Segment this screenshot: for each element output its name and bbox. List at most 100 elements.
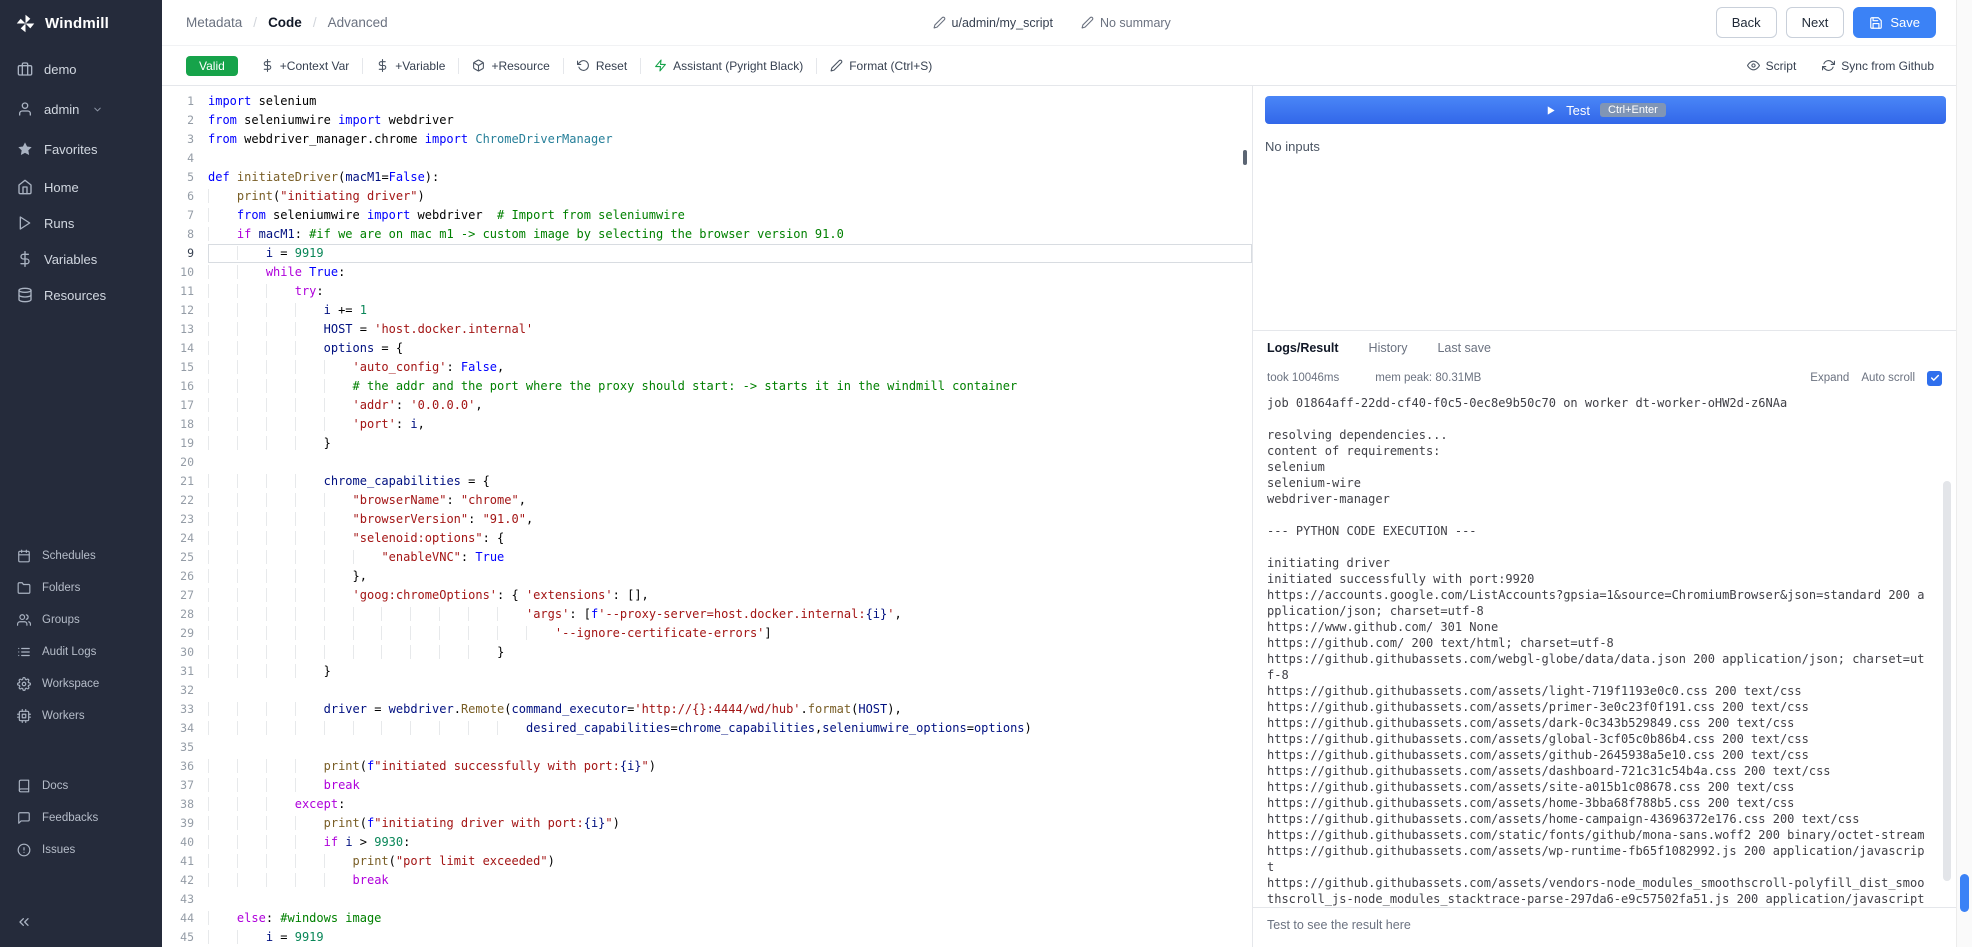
panel-tab-last-save[interactable]: Last save — [1437, 341, 1491, 355]
add-resource-button[interactable]: +Resource — [461, 54, 560, 78]
line-number[interactable]: 8 — [162, 225, 208, 244]
code-line[interactable]: 39 print(f"initiating driver with port:{… — [162, 814, 1252, 833]
code-line[interactable]: 30 } — [162, 643, 1252, 662]
script-summary[interactable]: No summary — [1081, 16, 1171, 30]
code-line[interactable]: 19 } — [162, 434, 1252, 453]
code-line[interactable]: 20 — [162, 453, 1252, 472]
code-line[interactable]: 1import selenium — [162, 92, 1252, 111]
code-line[interactable]: 22 "browserName": "chrome", — [162, 491, 1252, 510]
code-line[interactable]: 29 '--ignore-certificate-errors'] — [162, 624, 1252, 643]
sidebar-item-docs[interactable]: Docs — [0, 770, 162, 802]
line-number[interactable]: 26 — [162, 567, 208, 586]
save-button[interactable]: Save — [1853, 7, 1936, 38]
line-number[interactable]: 38 — [162, 795, 208, 814]
code-line[interactable]: 43 — [162, 890, 1252, 909]
code-line[interactable]: 4 — [162, 149, 1252, 168]
assistant-button[interactable]: Assistant (Pyright Black) — [643, 54, 814, 78]
windmill-logo[interactable]: Windmill — [0, 0, 162, 43]
line-number[interactable]: 1 — [162, 92, 208, 111]
code-line[interactable]: 12 i += 1 — [162, 301, 1252, 320]
code-line[interactable]: 26 }, — [162, 567, 1252, 586]
code-line[interactable]: 21 chrome_capabilities = { — [162, 472, 1252, 491]
line-number[interactable]: 37 — [162, 776, 208, 795]
line-number[interactable]: 39 — [162, 814, 208, 833]
script-button[interactable]: Script — [1745, 54, 1799, 78]
sidebar-item-home[interactable]: Home — [0, 169, 162, 205]
back-button[interactable]: Back — [1716, 7, 1777, 38]
line-number[interactable]: 15 — [162, 358, 208, 377]
line-number[interactable]: 44 — [162, 909, 208, 928]
line-number[interactable]: 28 — [162, 605, 208, 624]
line-number[interactable]: 16 — [162, 377, 208, 396]
code-line[interactable]: 24 "selenoid:options": { — [162, 529, 1252, 548]
code-line[interactable]: 10 while True: — [162, 263, 1252, 282]
code-line[interactable]: 17 'addr': '0.0.0.0', — [162, 396, 1252, 415]
code-line[interactable]: 14 options = { — [162, 339, 1252, 358]
code-line[interactable]: 37 break — [162, 776, 1252, 795]
line-number[interactable]: 2 — [162, 111, 208, 130]
sidebar-item-favorites[interactable]: Favorites — [0, 129, 162, 169]
code-line[interactable]: 18 'port': i, — [162, 415, 1252, 434]
code-line[interactable]: 45 i = 9919 — [162, 928, 1252, 947]
code-line[interactable]: 36 print(f"initiated successfully with p… — [162, 757, 1252, 776]
sidebar-item-groups[interactable]: Groups — [0, 604, 162, 636]
script-path[interactable]: u/admin/my_script — [933, 16, 1053, 30]
code-line[interactable]: 6 print("initiating driver") — [162, 187, 1252, 206]
line-number[interactable]: 11 — [162, 282, 208, 301]
line-number[interactable]: 18 — [162, 415, 208, 434]
code-line[interactable]: 3from webdriver_manager.chrome import Ch… — [162, 130, 1252, 149]
code-line[interactable]: 42 break — [162, 871, 1252, 890]
line-number[interactable]: 17 — [162, 396, 208, 415]
line-number[interactable]: 29 — [162, 624, 208, 643]
line-number[interactable]: 14 — [162, 339, 208, 358]
sidebar-item-workspace[interactable]: Workspace — [0, 668, 162, 700]
log-output[interactable]: job 01864aff-22dd-cf40-f0c5-0ec8e9b50c70… — [1253, 391, 1956, 907]
line-number[interactable]: 13 — [162, 320, 208, 339]
sidebar-item-folders[interactable]: Folders — [0, 572, 162, 604]
code-line[interactable]: 7 from seleniumwire import webdriver # I… — [162, 206, 1252, 225]
line-number[interactable]: 32 — [162, 681, 208, 700]
line-number[interactable]: 25 — [162, 548, 208, 567]
code-line[interactable]: 8 if macM1: #if we are on mac m1 -> cust… — [162, 225, 1252, 244]
sidebar-item-workspace-demo[interactable]: demo — [0, 49, 162, 89]
panel-tab-logs-result[interactable]: Logs/Result — [1267, 341, 1339, 355]
code-line[interactable]: 27 'goog:chromeOptions': { 'extensions':… — [162, 586, 1252, 605]
code-line[interactable]: 41 print("port limit exceeded") — [162, 852, 1252, 871]
sidebar-item-resources[interactable]: Resources — [0, 277, 162, 313]
code-line[interactable]: 13 HOST = 'host.docker.internal' — [162, 320, 1252, 339]
expand-button[interactable]: Expand — [1810, 372, 1849, 384]
autoscroll-checkbox[interactable] — [1927, 371, 1942, 386]
sidebar-item-audit-logs[interactable]: Audit Logs — [0, 636, 162, 668]
log-scrollbar-thumb[interactable] — [1943, 481, 1951, 881]
code-line[interactable]: 34 desired_capabilities=chrome_capabilit… — [162, 719, 1252, 738]
sidebar-item-schedules[interactable]: Schedules — [0, 540, 162, 572]
line-number[interactable]: 21 — [162, 472, 208, 491]
line-number[interactable]: 23 — [162, 510, 208, 529]
code-line[interactable]: 23 "browserVersion": "91.0", — [162, 510, 1252, 529]
sync-github-button[interactable]: Sync from Github — [1820, 54, 1936, 78]
line-number[interactable]: 10 — [162, 263, 208, 282]
tab-code[interactable]: Code — [268, 15, 302, 30]
code-line[interactable]: 38 except: — [162, 795, 1252, 814]
code-line[interactable]: 11 try: — [162, 282, 1252, 301]
code-line[interactable]: 40 if i > 9930: — [162, 833, 1252, 852]
line-number[interactable]: 34 — [162, 719, 208, 738]
code-line[interactable]: 31 } — [162, 662, 1252, 681]
code-line[interactable]: 2from seleniumwire import webdriver — [162, 111, 1252, 130]
line-number[interactable]: 5 — [162, 168, 208, 187]
line-number[interactable]: 36 — [162, 757, 208, 776]
code-line[interactable]: 5def initiateDriver(macM1=False): — [162, 168, 1252, 187]
tab-metadata[interactable]: Metadata — [186, 15, 242, 30]
code-line[interactable]: 16 # the addr and the port where the pro… — [162, 377, 1252, 396]
line-number[interactable]: 30 — [162, 643, 208, 662]
line-number[interactable]: 6 — [162, 187, 208, 206]
add-variable-button[interactable]: +Variable — [365, 54, 456, 78]
sidebar-item-variables[interactable]: Variables — [0, 241, 162, 277]
code-line[interactable]: 44 else: #windows image — [162, 909, 1252, 928]
next-button[interactable]: Next — [1786, 7, 1845, 38]
line-number[interactable]: 7 — [162, 206, 208, 225]
panel-tab-history[interactable]: History — [1369, 341, 1408, 355]
line-number[interactable]: 45 — [162, 928, 208, 947]
line-number[interactable]: 33 — [162, 700, 208, 719]
page-scrollbar-thumb[interactable] — [1960, 874, 1969, 912]
